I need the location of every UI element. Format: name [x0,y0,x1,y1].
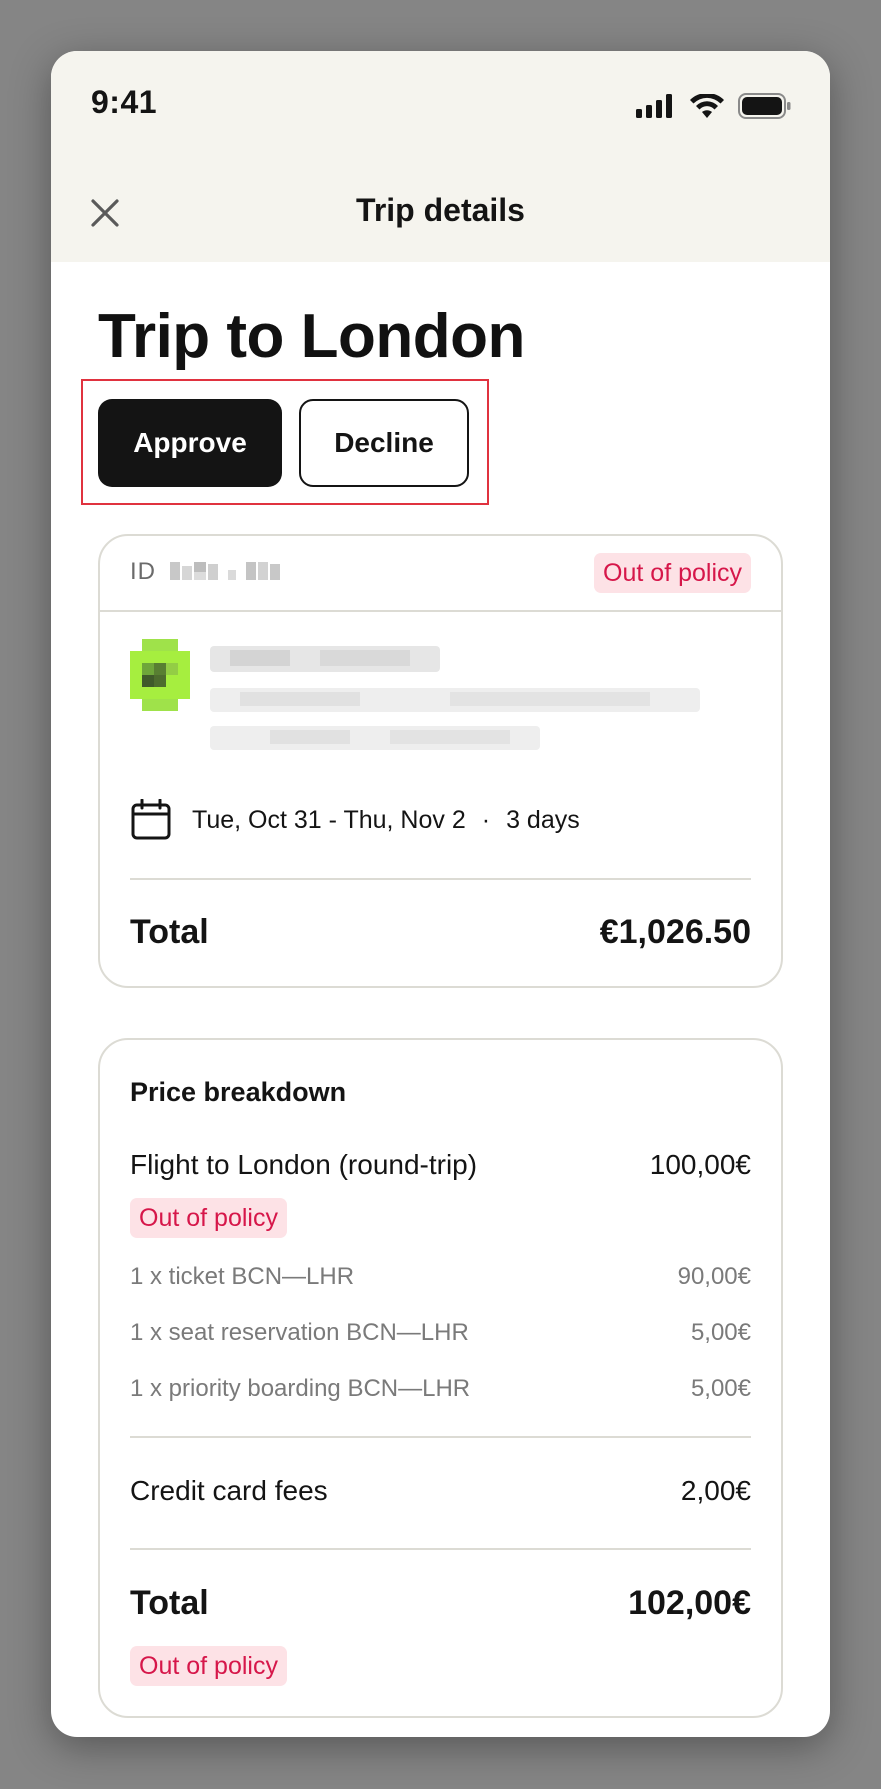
out-of-policy-badge: Out of policy [594,553,751,593]
total-label: Total [130,913,209,951]
redacted-id [170,562,280,580]
trip-id-row: ID Out of policy [100,536,781,612]
line-item-value: 5,00€ [690,1319,751,1346]
redacted-traveler-info [210,646,700,750]
breakdown-total-value: 102,00€ [628,1584,751,1622]
breakdown-total-label: Total [130,1584,209,1622]
phone-screen: 9:41 Trip details Trip to London Approve… [51,51,830,1737]
trip-duration: 3 days [506,805,580,834]
battery-icon [738,93,791,119]
signal-icon [636,94,672,118]
status-time: 9:41 [91,84,158,120]
flight-value: 100,00€ [649,1149,751,1180]
line-item-value: 90,00€ [677,1263,751,1290]
divider [130,878,751,880]
line-item-label: 1 x seat reservation BCN—LHR [130,1319,469,1346]
price-breakdown-card: Price breakdown Flight to London (round-… [98,1038,783,1718]
nav-title: Trip details [356,192,525,228]
wifi-icon [690,94,724,118]
price-breakdown-title: Price breakdown [130,1077,347,1107]
divider [130,1548,751,1550]
decline-button[interactable]: Decline [299,399,469,487]
top-bar: 9:41 Trip details [51,51,830,262]
divider [130,1436,751,1438]
fees-label: Credit card fees [130,1475,328,1506]
page-title: Trip to London [98,302,525,371]
flight-label: Flight to London (round-trip) [130,1149,478,1180]
trip-id-label: ID [130,558,156,585]
traveler-avatar [130,639,190,711]
total-value: €1,026.50 [599,913,751,951]
calendar-icon [131,799,171,840]
status-icons [636,93,792,119]
flight-out-of-policy-badge: Out of policy [130,1198,287,1238]
dot-separator: · [481,805,491,834]
trip-dates-row: Tue, Oct 31 - Thu, Nov 2 · 3 days [130,799,580,841]
line-item-label: 1 x ticket BCN—LHR [130,1263,355,1290]
trip-dates: Tue, Oct 31 - Thu, Nov 2 [192,805,466,834]
line-item-label: 1 x priority boarding BCN—LHR [130,1375,471,1402]
line-item-value: 5,00€ [690,1375,751,1402]
trip-summary-card: ID Out of policy Tue, Oct 31 - Thu, Nov … [98,534,783,988]
total-out-of-policy-badge: Out of policy [130,1646,287,1686]
approve-button[interactable]: Approve [98,399,282,487]
fees-value: 2,00€ [680,1475,751,1506]
